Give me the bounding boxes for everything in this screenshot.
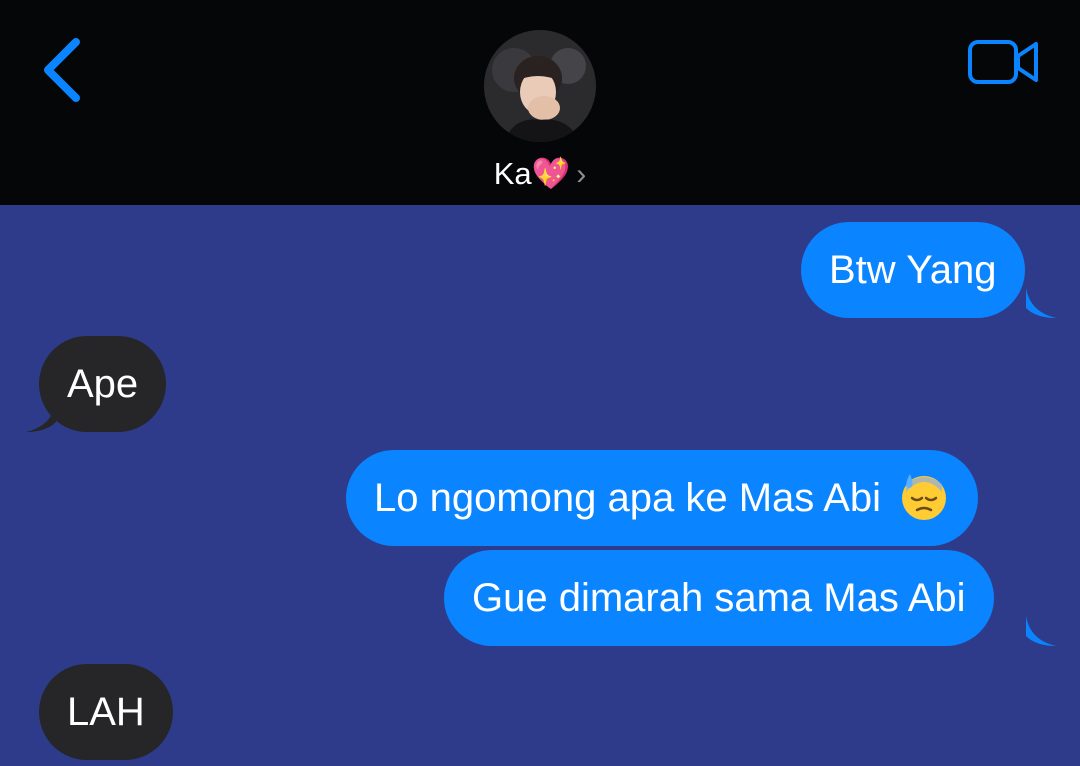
chevron-right-icon: › bbox=[576, 158, 587, 191]
message-text: Btw Yang bbox=[829, 248, 997, 292]
contact-name: Ka💖 bbox=[493, 156, 571, 191]
message-bubble-received[interactable]: LAH bbox=[39, 664, 173, 760]
bubble-tail bbox=[1026, 288, 1056, 318]
video-call-button[interactable] bbox=[966, 36, 1042, 88]
back-button[interactable] bbox=[34, 34, 94, 106]
avatar[interactable] bbox=[484, 30, 596, 142]
message-thread[interactable]: Btw Yang Ape Lo ngomong apa ke Mas Abi G… bbox=[0, 205, 1080, 766]
message-bubble-received[interactable]: Ape bbox=[39, 336, 167, 432]
message-bubble-sent[interactable]: Btw Yang bbox=[801, 222, 1025, 318]
bubble-tail bbox=[26, 402, 56, 432]
contact-name-button[interactable]: Ka💖 › bbox=[0, 152, 1080, 197]
bubble-tail bbox=[1026, 616, 1056, 646]
downcast-face-with-sweat-emoji bbox=[902, 474, 947, 521]
message-text: LAH bbox=[67, 690, 145, 734]
conversation-header: Ka💖 › bbox=[0, 0, 1080, 205]
message-text: Gue dimarah sama Mas Abi bbox=[472, 576, 966, 620]
message-text: Ape bbox=[67, 362, 139, 406]
message-bubble-sent[interactable]: Gue dimarah sama Mas Abi bbox=[444, 550, 994, 646]
video-camera-icon bbox=[968, 40, 1038, 84]
chevron-left-icon bbox=[44, 38, 80, 102]
message-text: Lo ngomong apa ke Mas Abi bbox=[374, 476, 882, 520]
avatar-photo bbox=[484, 30, 596, 142]
message-bubble-sent[interactable]: Lo ngomong apa ke Mas Abi bbox=[346, 450, 979, 546]
